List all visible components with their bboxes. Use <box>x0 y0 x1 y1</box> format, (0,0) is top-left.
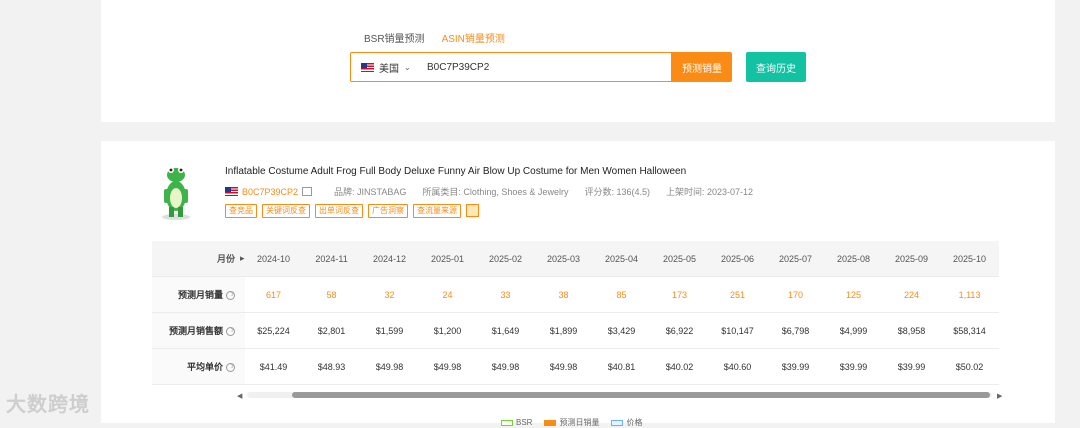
us-flag-icon <box>361 62 374 72</box>
value-cell: $49.98 <box>360 348 419 385</box>
row-label: 平均单价? <box>152 348 240 385</box>
value-cell: $1,200 <box>418 312 477 349</box>
value-cell: $49.98 <box>534 348 593 385</box>
month-cell: 2025-04 <box>592 241 651 277</box>
month-cell: 2025-08 <box>824 241 883 277</box>
product-category: 所属类目: Clothing, Shoes & Jewelry <box>422 187 569 197</box>
month-cell: 2025-05 <box>650 241 709 277</box>
product-image <box>162 167 190 220</box>
value-cell: $1,599 <box>360 312 419 349</box>
value-cell: $50.02 <box>940 348 999 385</box>
value-cell: $2,801 <box>302 312 361 349</box>
us-flag-icon <box>225 187 238 196</box>
calculator-icon[interactable] <box>466 204 479 217</box>
value-cell: 24 <box>418 276 477 313</box>
product-asin-link[interactable]: B0C7P39CP2 <box>242 187 298 197</box>
row-label: 预测月销售额? <box>152 312 240 349</box>
value-cell: $41.49 <box>244 348 303 385</box>
search-panel: BSR销量预测 ASIN销量预测 美国 ⌄ 预测销量 查询历史 <box>101 0 1055 122</box>
month-cell: 2024-10 <box>244 241 303 277</box>
country-label: 美国 <box>379 63 399 75</box>
tag-order-word-reverse[interactable]: 出单词反查 <box>315 204 363 218</box>
value-cell: $39.99 <box>882 348 941 385</box>
tab-bsr-predict[interactable]: BSR销量预测 <box>364 30 425 45</box>
tag-competitor[interactable]: 查竞品 <box>225 204 257 218</box>
month-cell: 2025-01 <box>418 241 477 277</box>
value-cell: $6,798 <box>766 312 825 349</box>
value-cell: $39.99 <box>824 348 883 385</box>
product-tags: 查竞品 关键词反查 出单词反查 广告洞察 查流量来源 <box>225 204 479 218</box>
tag-ad-insight[interactable]: 广告洞察 <box>368 204 408 218</box>
value-cell: 617 <box>244 276 303 313</box>
result-panel: Inflatable Costume Adult Frog Full Body … <box>101 141 1055 427</box>
asin-input[interactable] <box>427 61 657 73</box>
month-cell: 2025-09 <box>882 241 941 277</box>
value-cell: $1,649 <box>476 312 535 349</box>
month-cell: 2025-07 <box>766 241 825 277</box>
value-cell: $8,958 <box>882 312 941 349</box>
month-cell: 2025-06 <box>708 241 767 277</box>
product-meta: B0C7P39CP2 品牌: JINSTABAG 所属类目: Clothing,… <box>225 185 769 198</box>
value-cell: 125 <box>824 276 883 313</box>
month-header: 月份 <box>152 241 240 277</box>
predict-sales-button[interactable]: 预测销量 <box>672 52 732 82</box>
country-select[interactable]: 美国 ⌄ <box>351 60 427 75</box>
brand-watermark: 大数跨境 <box>6 394 90 416</box>
external-link-icon[interactable] <box>302 187 313 196</box>
value-cell: $48.93 <box>302 348 361 385</box>
month-cell: 2024-12 <box>360 241 419 277</box>
value-cell: $3,429 <box>592 312 651 349</box>
value-cell: $40.60 <box>708 348 767 385</box>
value-cell: 224 <box>882 276 941 313</box>
value-cell: $49.98 <box>476 348 535 385</box>
row-label: 预测月销量? <box>152 276 240 313</box>
value-cell: $10,147 <box>708 312 767 349</box>
scroll-left-icon[interactable]: ◀ <box>237 392 242 400</box>
value-cell: 85 <box>592 276 651 313</box>
value-cell: $1,899 <box>534 312 593 349</box>
value-cell: $25,224 <box>244 312 303 349</box>
chevron-down-icon: ⌄ <box>404 62 411 72</box>
help-icon[interactable]: ? <box>226 327 235 337</box>
month-cell: 2025-10 <box>940 241 999 277</box>
tag-keyword-reverse[interactable]: 关键词反查 <box>262 204 310 218</box>
tab-asin-predict[interactable]: ASIN销量预测 <box>442 30 505 45</box>
value-cell: 251 <box>708 276 767 313</box>
table-row-average-price: 平均单价? $41.49 $48.93 $49.98 $49.98 $49.98… <box>152 348 999 385</box>
table-row-monthly-sales: 预测月销量? 617 58 32 24 33 38 85 173 251 170… <box>152 276 999 313</box>
product-rating: 评分数: 136(4.5) <box>584 187 650 197</box>
scroll-right-icon[interactable]: ▶ <box>997 392 1002 400</box>
value-cell: $4,999 <box>824 312 883 349</box>
help-icon[interactable]: ? <box>226 363 235 373</box>
value-cell: 58 <box>302 276 361 313</box>
predict-tabs: BSR销量预测 ASIN销量预测 <box>364 30 505 45</box>
value-cell: $39.99 <box>766 348 825 385</box>
value-cell: $58,314 <box>940 312 999 349</box>
query-history-button[interactable]: 查询历史 <box>746 52 806 82</box>
product-listed-date: 上架时间: 2023-07-12 <box>665 187 754 197</box>
scrollbar-thumb[interactable] <box>292 392 990 398</box>
value-cell: 170 <box>766 276 825 313</box>
tag-traffic-source[interactable]: 查流量来源 <box>413 204 461 218</box>
value-cell: $40.02 <box>650 348 709 385</box>
value-cell: 1,113 <box>940 276 999 313</box>
value-cell: $40.81 <box>592 348 651 385</box>
value-cell: $6,922 <box>650 312 709 349</box>
sales-forecast-table: 月份 ▸ 2024-10 2024-11 2024-12 2025-01 202… <box>152 241 999 385</box>
month-cell: 2025-03 <box>534 241 593 277</box>
month-cell: 2024-11 <box>302 241 361 277</box>
value-cell: 32 <box>360 276 419 313</box>
value-cell: 33 <box>476 276 535 313</box>
month-cell: 2025-02 <box>476 241 535 277</box>
value-cell: $49.98 <box>418 348 477 385</box>
product-title: Inflatable Costume Adult Frog Full Body … <box>225 166 687 177</box>
value-cell: 38 <box>534 276 593 313</box>
value-cell: 173 <box>650 276 709 313</box>
asin-search-bar: 美国 ⌄ <box>350 52 672 82</box>
help-icon[interactable]: ? <box>226 291 235 301</box>
product-brand: 品牌: JINSTABAG <box>334 187 407 197</box>
table-header-row: 月份 ▸ 2024-10 2024-11 2024-12 2025-01 202… <box>152 241 999 277</box>
table-row-monthly-revenue: 预测月销售额? $25,224 $2,801 $1,599 $1,200 $1,… <box>152 312 999 349</box>
